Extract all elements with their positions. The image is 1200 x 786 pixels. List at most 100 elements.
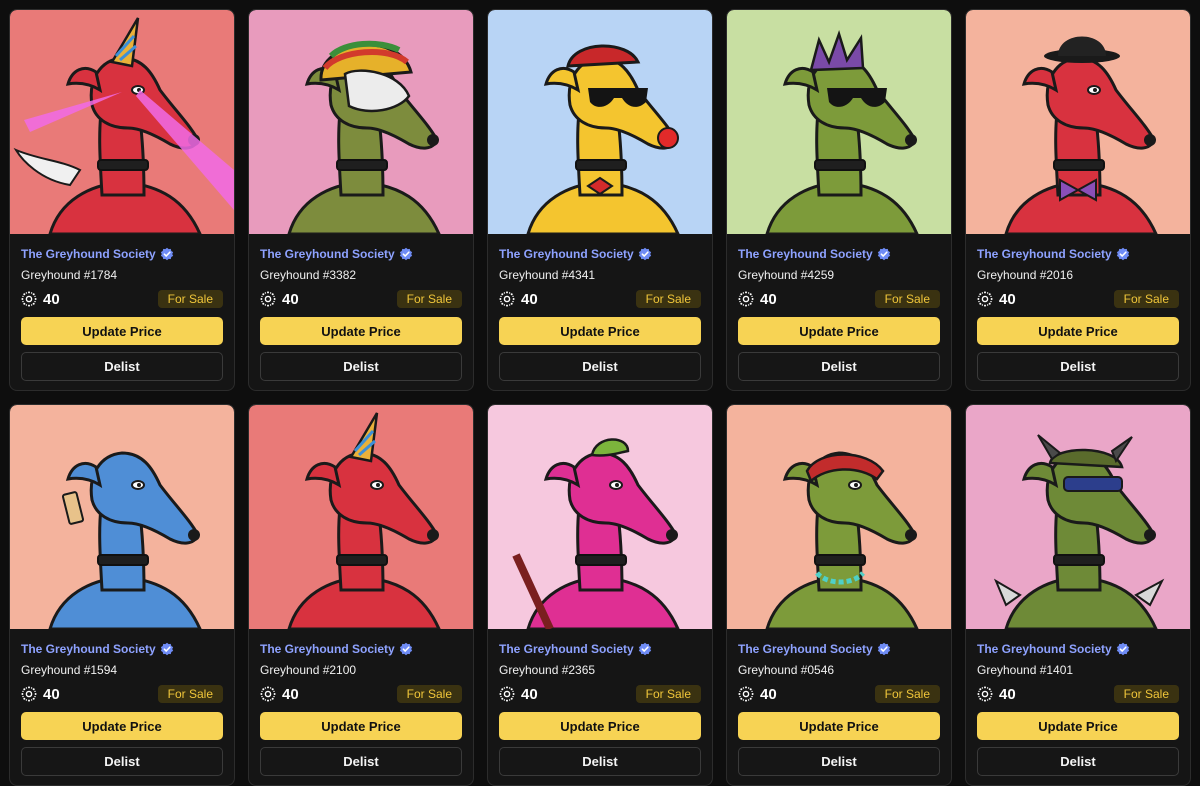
greyhound-artwork	[488, 405, 712, 629]
collection-name: The Greyhound Society	[260, 642, 395, 656]
listing-card[interactable]: The Greyhound Society Greyhound #3382 40 Fo…	[248, 9, 474, 391]
listing-card[interactable]: The Greyhound Society Greyhound #2016 40 Fo…	[965, 9, 1191, 391]
update-price-button[interactable]: Update Price	[977, 712, 1179, 740]
delist-button[interactable]: Delist	[21, 352, 223, 381]
update-price-button[interactable]: Update Price	[260, 712, 462, 740]
status-badge: For Sale	[396, 685, 462, 703]
price: 40	[738, 686, 777, 703]
listing-card[interactable]: The Greyhound Society Greyhound #4341 40 Fo…	[487, 9, 713, 391]
listing-card[interactable]: The Greyhound Society Greyhound #1401 40 Fo…	[965, 404, 1191, 786]
greyhound-artwork	[727, 10, 951, 234]
nft-name: Greyhound #1401	[977, 663, 1074, 677]
nft-name: Greyhound #4341	[499, 268, 596, 282]
price: 40	[21, 291, 60, 308]
nft-image[interactable]	[488, 10, 712, 234]
collection-link[interactable]: The Greyhound Society	[21, 246, 174, 262]
price-row: 40 For Sale	[977, 290, 1179, 308]
collection-link[interactable]: The Greyhound Society	[977, 641, 1130, 657]
listing-card[interactable]: The Greyhound Society Greyhound #2100 40 Fo…	[248, 404, 474, 786]
listing-card[interactable]: The Greyhound Society Greyhound #2365 40 Fo…	[487, 404, 713, 786]
delist-button[interactable]: Delist	[499, 747, 701, 776]
price: 40	[977, 291, 1016, 308]
listing-card[interactable]: The Greyhound Society Greyhound #0546 40 Fo…	[726, 404, 952, 786]
update-price-button[interactable]: Update Price	[738, 712, 940, 740]
collection-link[interactable]: The Greyhound Society	[499, 641, 652, 657]
listing-card[interactable]: The Greyhound Society Greyhound #1784 40 Fo…	[9, 9, 235, 391]
status-badge: For Sale	[874, 290, 940, 308]
nft-image[interactable]	[727, 10, 951, 234]
verified-badge-icon	[399, 247, 412, 261]
greyhound-artwork	[488, 10, 712, 234]
delist-button[interactable]: Delist	[738, 747, 940, 776]
collection-name: The Greyhound Society	[738, 642, 873, 656]
update-price-button[interactable]: Update Price	[499, 317, 701, 345]
nft-image[interactable]	[727, 405, 951, 629]
status-badge: For Sale	[396, 290, 462, 308]
nft-image[interactable]	[249, 10, 473, 234]
price: 40	[738, 291, 777, 308]
cardano-icon	[260, 291, 276, 307]
nft-image[interactable]	[10, 10, 234, 234]
price-value: 40	[43, 685, 60, 703]
collection-link[interactable]: The Greyhound Society	[260, 246, 413, 262]
nft-name: Greyhound #2100	[260, 663, 357, 677]
status-badge: For Sale	[635, 685, 701, 703]
collection-name: The Greyhound Society	[977, 247, 1112, 261]
status-badge: For Sale	[157, 290, 223, 308]
price-row: 40 For Sale	[738, 685, 940, 703]
collection-name: The Greyhound Society	[260, 247, 395, 261]
nft-name: Greyhound #2016	[977, 268, 1074, 282]
nft-image[interactable]	[488, 405, 712, 629]
collection-name: The Greyhound Society	[21, 642, 156, 656]
price-row: 40 For Sale	[260, 290, 462, 308]
collection-name: The Greyhound Society	[21, 247, 156, 261]
collection-link[interactable]: The Greyhound Society	[21, 641, 174, 657]
price: 40	[260, 291, 299, 308]
cardano-icon	[977, 291, 993, 307]
collection-link[interactable]: The Greyhound Society	[738, 641, 891, 657]
listing-card[interactable]: The Greyhound Society Greyhound #4259 40 Fo…	[726, 9, 952, 391]
update-price-button[interactable]: Update Price	[21, 317, 223, 345]
price-row: 40 For Sale	[260, 685, 462, 703]
delist-button[interactable]: Delist	[977, 747, 1179, 776]
price-row: 40 For Sale	[499, 685, 701, 703]
update-price-button[interactable]: Update Price	[260, 317, 462, 345]
update-price-button[interactable]: Update Price	[738, 317, 940, 345]
price: 40	[977, 686, 1016, 703]
update-price-button[interactable]: Update Price	[977, 317, 1179, 345]
nft-name: Greyhound #4259	[738, 268, 835, 282]
price-row: 40 For Sale	[499, 290, 701, 308]
verified-badge-icon	[399, 642, 412, 656]
delist-button[interactable]: Delist	[21, 747, 223, 776]
price-row: 40 For Sale	[21, 685, 223, 703]
nft-name: Greyhound #1784	[21, 268, 118, 282]
update-price-button[interactable]: Update Price	[499, 712, 701, 740]
delist-button[interactable]: Delist	[499, 352, 701, 381]
collection-link[interactable]: The Greyhound Society	[738, 246, 891, 262]
collection-link[interactable]: The Greyhound Society	[260, 641, 413, 657]
price: 40	[21, 686, 60, 703]
price-value: 40	[521, 290, 538, 308]
nft-image[interactable]	[966, 405, 1190, 629]
verified-badge-icon	[877, 247, 890, 261]
nft-name: Greyhound #3382	[260, 268, 357, 282]
collection-link[interactable]: The Greyhound Society	[977, 246, 1130, 262]
verified-badge-icon	[877, 642, 890, 656]
update-price-button[interactable]: Update Price	[21, 712, 223, 740]
cardano-icon	[21, 686, 37, 702]
cardano-icon	[977, 686, 993, 702]
price-value: 40	[760, 685, 777, 703]
nft-image[interactable]	[966, 10, 1190, 234]
collection-name: The Greyhound Society	[977, 642, 1112, 656]
collection-link[interactable]: The Greyhound Society	[499, 246, 652, 262]
verified-badge-icon	[160, 247, 173, 261]
nft-image[interactable]	[249, 405, 473, 629]
price-value: 40	[282, 290, 299, 308]
delist-button[interactable]: Delist	[260, 352, 462, 381]
nft-image[interactable]	[10, 405, 234, 629]
delist-button[interactable]: Delist	[260, 747, 462, 776]
status-badge: For Sale	[1113, 685, 1179, 703]
listing-card[interactable]: The Greyhound Society Greyhound #1594 40 Fo…	[9, 404, 235, 786]
delist-button[interactable]: Delist	[738, 352, 940, 381]
delist-button[interactable]: Delist	[977, 352, 1179, 381]
